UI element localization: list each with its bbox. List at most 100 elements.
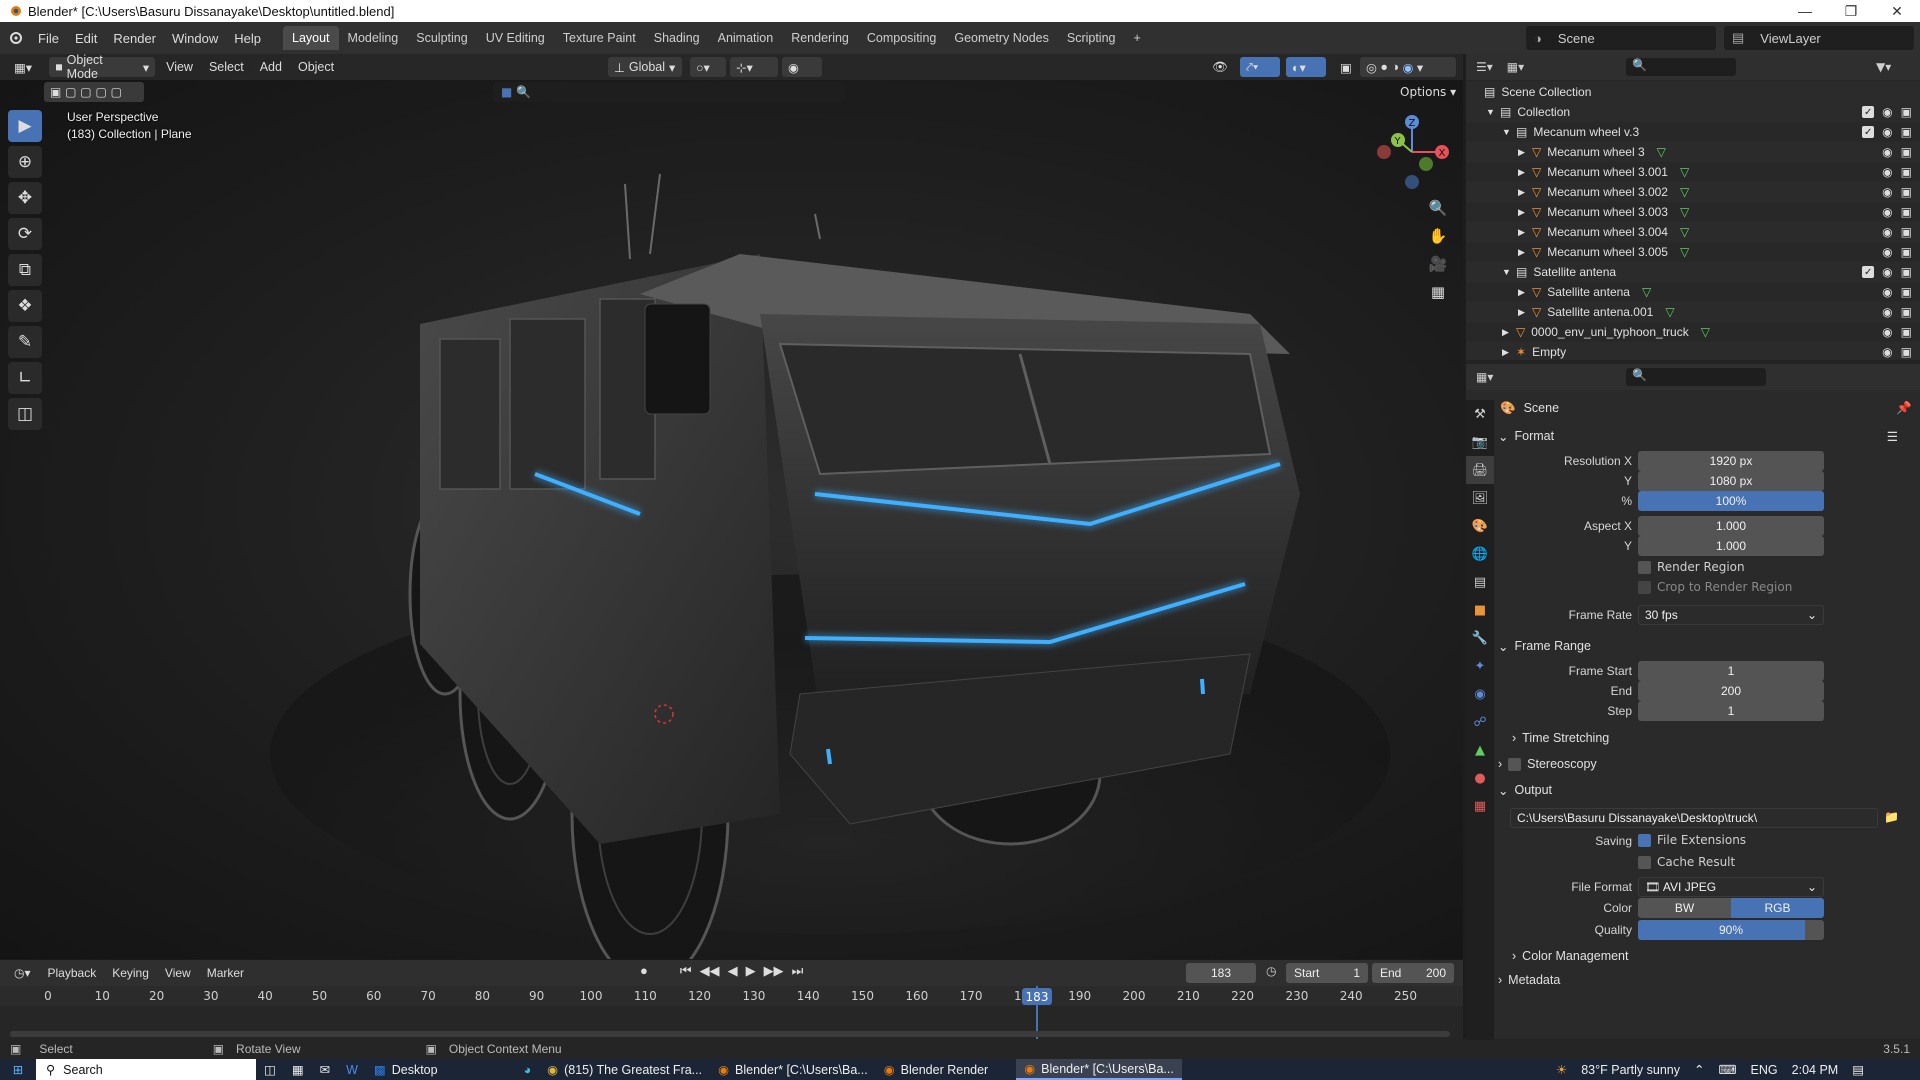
expand-arrow-icon[interactable]: ▼: [1502, 267, 1516, 277]
rendered-shading-icon[interactable]: ◉: [1403, 60, 1414, 75]
mesh-data-icon[interactable]: ▽: [1665, 305, 1674, 319]
eye-icon[interactable]: ◉: [1882, 345, 1892, 359]
menu-render[interactable]: Render: [105, 31, 164, 46]
xray-icon[interactable]: ▣: [1334, 57, 1354, 77]
close-button[interactable]: ✕: [1874, 0, 1920, 22]
render-camera-icon[interactable]: ▣: [1901, 225, 1912, 239]
frame-end-field[interactable]: 200: [1638, 681, 1824, 701]
folder-icon[interactable]: 📁: [1884, 810, 1899, 824]
workspace-tab-rendering[interactable]: Rendering: [782, 26, 858, 50]
expand-arrow-icon[interactable]: ▼: [1502, 127, 1516, 137]
expand-arrow-icon[interactable]: ▶: [1518, 187, 1532, 198]
taskbar-search-box[interactable]: ⚲ Search: [36, 1059, 256, 1080]
taskbar-app-chrome[interactable]: ◉ (815) The Greatest Fra...: [539, 1059, 710, 1080]
task-view-icon[interactable]: ◫: [256, 1059, 284, 1080]
outliner-item[interactable]: ▼ ▤ Mecanum wheel v.3 ✓ ◉ ▣: [1466, 122, 1920, 142]
taskbar-app-desktop[interactable]: ▩ Desktop: [366, 1059, 446, 1080]
camera-view-icon[interactable]: 🎥: [1424, 250, 1452, 278]
timeline-menu-playback[interactable]: Playback: [40, 966, 105, 980]
render-camera-icon[interactable]: ▣: [1901, 205, 1912, 219]
file-format-dropdown[interactable]: 🎞 AVI JPEG ⌄: [1638, 877, 1824, 897]
mesh-data-icon[interactable]: ▽: [1642, 285, 1651, 299]
material-shading-icon[interactable]: ◑: [1391, 60, 1399, 74]
end-frame-field[interactable]: End 200: [1372, 963, 1454, 983]
eye-icon[interactable]: ◉: [1882, 285, 1892, 299]
eye-icon[interactable]: ◉: [1882, 165, 1892, 179]
move-tool-icon[interactable]: ✥: [8, 182, 42, 214]
taskbar-app-blender-render[interactable]: ◉ Blender Render: [876, 1059, 996, 1080]
object-tab-icon[interactable]: ■: [1466, 596, 1494, 624]
add-workspace-icon[interactable]: +: [1125, 26, 1150, 50]
viewport-menu-select[interactable]: Select: [201, 60, 252, 74]
render-camera-icon[interactable]: ▣: [1901, 265, 1912, 279]
metadata-section-header[interactable]: › Metadata: [1498, 968, 1916, 992]
eye-icon[interactable]: ◉: [1882, 145, 1892, 159]
jump-start-icon[interactable]: ⏮: [680, 963, 692, 979]
record-icon[interactable]: ●: [640, 963, 648, 979]
snap-icon[interactable]: ⊹▾: [730, 57, 778, 77]
pan-hand-icon[interactable]: ✋: [1424, 222, 1452, 250]
outliner-item[interactable]: ▶ ▽ Mecanum wheel 3.002 ▽ ◉ ▣: [1466, 182, 1920, 202]
annotate-tool-icon[interactable]: ✎: [8, 326, 42, 358]
start-frame-field[interactable]: Start 1: [1286, 963, 1368, 983]
outliner-item[interactable]: ▶ ▽ Satellite antena.001 ▽ ◉ ▣: [1466, 302, 1920, 322]
exclude-checkbox[interactable]: ✓: [1862, 106, 1875, 118]
properties-search-input[interactable]: 🔍: [1626, 368, 1766, 386]
tool-tab-icon[interactable]: ⚒: [1466, 400, 1494, 428]
eye-icon[interactable]: ◉: [1882, 185, 1892, 199]
resolution-y-field[interactable]: 1080 px: [1638, 471, 1824, 491]
mesh-data-icon[interactable]: ▽: [1680, 165, 1689, 179]
data-tab-icon[interactable]: ▲: [1466, 736, 1494, 764]
mode-selector[interactable]: ■ Object Mode ▾: [49, 54, 156, 81]
transform-orientation-selector[interactable]: ⊥ Global ▾: [608, 57, 682, 77]
expand-arrow-icon[interactable]: ▶: [1518, 287, 1532, 298]
eye-icon[interactable]: ◉: [1882, 265, 1892, 279]
word-icon[interactable]: W: [338, 1059, 366, 1080]
time-stretching-subsection[interactable]: › Time Stretching: [1512, 726, 1920, 750]
weather-text[interactable]: 83°F Partly sunny: [1581, 1063, 1680, 1077]
render-camera-icon[interactable]: ▣: [1901, 305, 1912, 319]
texture-tab-icon[interactable]: ▦: [1466, 792, 1494, 820]
expand-arrow-icon[interactable]: ▶: [1518, 167, 1532, 178]
eye-icon[interactable]: ◉: [1882, 305, 1892, 319]
navigation-gizmo[interactable]: Z X Y: [1370, 110, 1450, 190]
expand-arrow-icon[interactable]: ▶: [1518, 247, 1532, 258]
taskbar-app-blender-2[interactable]: ◉ Blender* [C:\Users\Ba...: [1016, 1059, 1182, 1080]
edge-icon[interactable]: ◕: [516, 1059, 540, 1080]
3d-viewport[interactable]: ▦▾ ■ Object Mode ▾ View Select Add Objec…: [0, 54, 1463, 959]
maximize-button[interactable]: ❐: [1828, 0, 1874, 22]
selection-mode-icons[interactable]: ▣ ▢ ▢ ▢ ▢: [44, 82, 144, 102]
render-camera-icon[interactable]: ▣: [1901, 145, 1912, 159]
workspace-tab-shading[interactable]: Shading: [645, 26, 709, 50]
timeline-ruler[interactable]: 0 10 20 30 40 50 60 70 80 90 100 110 120 130 140 150 160…: [0, 986, 1463, 1006]
workspace-tab-layout[interactable]: Layout: [283, 26, 339, 50]
modifier-tab-icon[interactable]: 🔧: [1466, 624, 1494, 652]
expand-arrow-icon[interactable]: ▶: [1518, 147, 1532, 158]
expand-arrow-icon[interactable]: ▶: [1502, 347, 1516, 358]
mesh-data-icon[interactable]: ▽: [1680, 225, 1689, 239]
outliner-item[interactable]: ▶ ▽ Mecanum wheel 3.005 ▽ ◉ ▣: [1466, 242, 1920, 262]
mesh-data-icon[interactable]: ▽: [1680, 205, 1689, 219]
resolution-percent-field[interactable]: 100%: [1638, 491, 1824, 511]
viewport-search-bar[interactable]: ■ 🔍: [493, 82, 845, 102]
minimize-button[interactable]: —: [1782, 0, 1828, 22]
outliner-item[interactable]: ▼ ▤ Collection ✓ ◉ ▣: [1466, 102, 1920, 122]
select-box-tool-icon[interactable]: ▶: [8, 110, 42, 142]
timeline-menu-view[interactable]: View: [157, 966, 199, 980]
timeline-editor-type-icon[interactable]: ◷▾: [8, 963, 37, 983]
particles-tab-icon[interactable]: ✦: [1466, 652, 1494, 680]
resolution-x-field[interactable]: 1920 px: [1638, 451, 1824, 471]
color-rgb-button[interactable]: RGB: [1731, 898, 1824, 918]
outliner-item[interactable]: ▶ ▽ Mecanum wheel 3.001 ▽ ◉ ▣: [1466, 162, 1920, 182]
properties-editor-type-icon[interactable]: ▦▾: [1476, 370, 1493, 384]
keyboard-icon[interactable]: ⌨: [1719, 1062, 1737, 1077]
rotate-tool-icon[interactable]: ⟳: [8, 218, 42, 250]
eye-icon[interactable]: ◉: [1882, 125, 1892, 139]
menu-file[interactable]: File: [30, 31, 67, 46]
render-camera-icon[interactable]: ▣: [1901, 105, 1912, 119]
material-tab-icon[interactable]: ●: [1466, 764, 1494, 792]
shading-mode-group[interactable]: ◎ ● ◑ ◉ ▾: [1360, 57, 1456, 77]
render-region-checkbox[interactable]: Render Region: [1638, 560, 1745, 574]
gizmo-toggle-icon[interactable]: ⤤▾: [1240, 57, 1280, 77]
timeline-menu-keying[interactable]: Keying: [104, 966, 157, 980]
